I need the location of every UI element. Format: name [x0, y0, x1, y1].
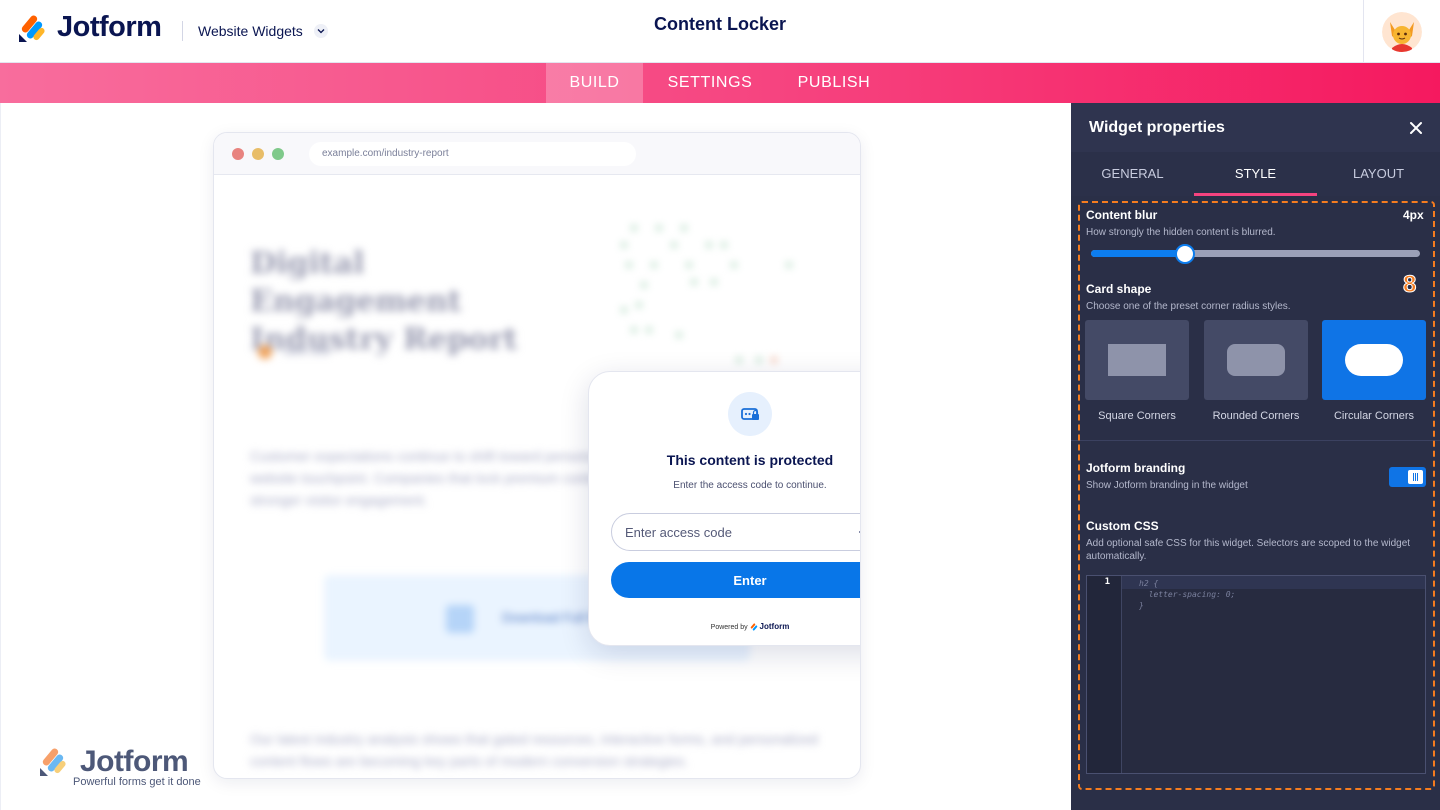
editor-active-line — [1087, 576, 1425, 589]
line-number: 1 — [1104, 577, 1110, 587]
blurred-author-name: Jane Doe — [283, 345, 331, 358]
locker-subtitle: Enter the access code to continue. — [673, 480, 827, 491]
chevron-down-icon[interactable] — [314, 24, 328, 38]
user-avatar-icon[interactable] — [1382, 12, 1422, 52]
annotation-badge: 8 — [1402, 271, 1417, 299]
shape-label-square: Square Corners — [1098, 410, 1176, 422]
custom-css-label: Custom CSS — [1086, 519, 1159, 533]
tab-style[interactable]: STYLE — [1194, 152, 1317, 196]
content-blur-value: 4px — [1403, 208, 1424, 222]
watermark-brand: Jotform — [80, 745, 189, 778]
content-locker-card: This content is protected Enter the acce… — [588, 371, 861, 646]
content-blur-slider[interactable] — [1091, 250, 1420, 257]
tab-publish[interactable]: PUBLISH — [780, 63, 888, 103]
builder-nav-bar: BUILD SETTINGS PUBLISH — [0, 63, 1440, 103]
hide-password-icon[interactable] — [859, 524, 861, 540]
preview-canvas: example.com/industry-report Digital Enga… — [0, 103, 1071, 810]
custom-css-description: Add optional safe CSS for this widget. S… — [1086, 538, 1411, 562]
branding-toggle[interactable] — [1389, 467, 1426, 487]
watermark-logo-icon — [40, 748, 66, 776]
product-switcher[interactable]: Website Widgets — [198, 23, 303, 39]
panel-title: Widget properties — [1089, 119, 1225, 136]
shape-option-circular[interactable] — [1322, 320, 1426, 400]
card-shape-description: Choose one of the preset corner radius s… — [1086, 301, 1291, 312]
tab-build[interactable]: BUILD — [546, 63, 643, 103]
css-code-editor[interactable]: 1 h2 { letter-spacing: 0; } — [1086, 575, 1426, 774]
branding-label: Jotform branding — [1086, 461, 1186, 475]
blurred-paragraph-2: Our latest industry analysis shows that … — [250, 731, 819, 769]
header-divider — [182, 21, 183, 41]
square-shape-icon — [1108, 344, 1166, 376]
window-minimize-dot — [252, 148, 264, 160]
editor-gutter: 1 — [1087, 576, 1122, 773]
shape-label-rounded: Rounded Corners — [1212, 410, 1300, 422]
tab-settings[interactable]: SETTINGS — [650, 63, 770, 103]
page-title: Content Locker — [653, 14, 786, 34]
shape-option-square[interactable] — [1085, 320, 1189, 400]
browser-preview: example.com/industry-report Digital Enga… — [213, 132, 861, 779]
blurred-decoration-dots-icon — [621, 225, 792, 383]
slider-fill — [1091, 250, 1185, 257]
brand-name[interactable]: Jotform — [57, 11, 162, 44]
blurred-author-avatar — [258, 345, 272, 359]
blurred-article-title: Digital Engagement Industry Report — [250, 246, 518, 357]
css-code-placeholder: h2 { letter-spacing: 0; } — [1139, 579, 1236, 610]
panel-tabs: GENERAL STYLE LAYOUT — [1071, 152, 1440, 196]
locker-title: This content is protected — [666, 452, 834, 468]
close-icon[interactable] — [1407, 119, 1425, 137]
url-bar: example.com/industry-report — [309, 142, 636, 166]
circular-shape-icon — [1345, 344, 1403, 376]
shape-option-rounded[interactable] — [1204, 320, 1308, 400]
rounded-shape-icon — [1227, 344, 1285, 376]
toggle-knob — [1408, 470, 1423, 484]
lock-code-icon — [728, 392, 772, 436]
jotform-mini-logo-icon — [750, 623, 757, 631]
powered-by-brand: Jotform — [759, 622, 790, 631]
content-blur-description: How strongly the hidden content is blurr… — [1086, 227, 1276, 238]
blurred-download-icon — [446, 605, 474, 633]
enter-button[interactable]: Enter — [611, 562, 860, 598]
window-close-dot — [232, 148, 244, 160]
header-right-divider — [1363, 0, 1364, 63]
card-shape-label: Card shape — [1086, 282, 1152, 296]
slider-thumb[interactable] — [1174, 244, 1195, 264]
tab-layout[interactable]: LAYOUT — [1317, 152, 1440, 196]
tab-general[interactable]: GENERAL — [1071, 152, 1194, 196]
window-maximize-dot — [272, 148, 284, 160]
jotform-logo-icon[interactable] — [17, 14, 47, 44]
top-header: Jotform Website Widgets Content Locker — [0, 0, 1440, 63]
blurred-author-meta: Jane Doe — [258, 345, 330, 359]
panel-separator — [1071, 440, 1440, 441]
panel-header: Widget properties — [1071, 103, 1440, 152]
watermark-tagline: Powerful forms get it done — [73, 776, 201, 788]
powered-by-branding[interactable]: Powered by Jotform — [589, 622, 860, 631]
branding-description: Show Jotform branding in the widget — [1086, 480, 1248, 491]
content-blur-label: Content blur — [1086, 208, 1158, 222]
browser-toolbar: example.com/industry-report — [214, 133, 860, 175]
shape-label-circular: Circular Corners — [1333, 410, 1415, 422]
powered-by-text: Powered by — [710, 624, 748, 631]
access-code-input[interactable] — [611, 513, 860, 551]
